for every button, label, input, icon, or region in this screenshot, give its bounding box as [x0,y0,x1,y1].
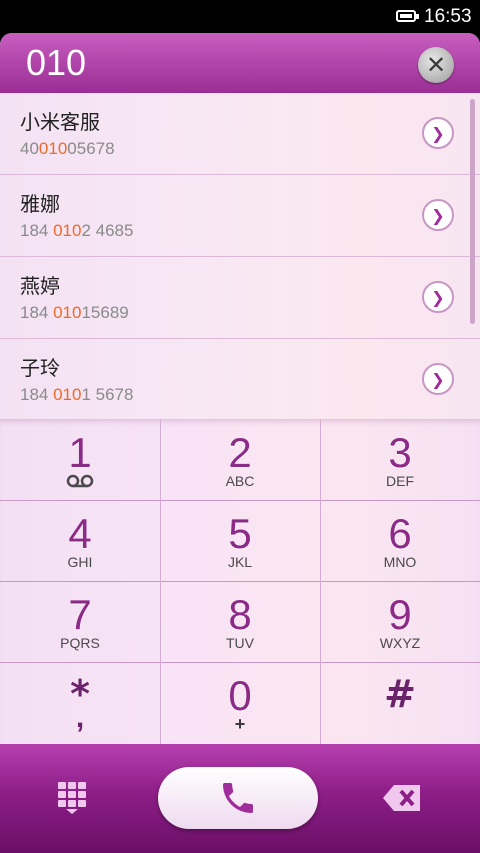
contact-number: 184 0101 5678 [20,385,133,405]
number-match: 010 [53,221,82,240]
key-1[interactable]: 1 [0,419,160,500]
number-suffix: 15689 [81,303,129,322]
contact-match-list[interactable]: 小米客服 4001005678 ❯ 雅娜 184 0102 4685 ❯ 燕婷 … [0,93,480,419]
close-icon: ✕ [425,51,447,79]
key-letters: ABC [225,473,255,489]
number-suffix: 05678 [67,139,115,158]
contact-row[interactable]: 子玲 184 0101 5678 ❯ [0,339,480,421]
number-match: 010 [53,385,82,404]
contact-row[interactable]: 燕婷 184 01015689 ❯ [0,257,480,339]
chevron-right-icon[interactable]: ❯ [422,281,454,313]
key-letters: DEF [386,473,414,489]
call-button[interactable] [158,767,318,829]
key-letters: TUV [226,635,254,651]
dialer-app: 010 ✕ 小米客服 4001005678 ❯ 雅娜 184 0102 4685… [0,33,480,853]
number-prefix: 184 [20,303,54,322]
phone-icon [223,783,253,813]
backspace-icon[interactable] [382,784,422,812]
key-4[interactable]: 4 GHI [0,500,160,581]
key-digit: 7 [68,591,92,638]
clear-input-button[interactable]: ✕ [418,47,454,83]
key-digit: 5 [228,510,252,557]
number-prefix: 184 [20,385,54,404]
dialer-action-bar [0,744,480,853]
key-digit: 4 [68,510,92,557]
number-match: 010 [38,139,68,158]
number-match: 010 [53,303,82,322]
key-letters: GHI [67,554,93,570]
key-7[interactable]: 7 PQRS [0,581,160,662]
key-letters: JKL [227,554,253,570]
key-digit: 1 [68,429,92,476]
key-2[interactable]: 2 ABC [160,419,320,500]
chevron-right-icon[interactable]: ❯ [422,117,454,149]
key-letters: MNO [383,554,417,570]
key-9[interactable]: 9 WXYZ [320,581,480,662]
key-8[interactable]: 8 TUV [160,581,320,662]
key-digit: 0 [228,672,252,719]
number-suffix: 1 5678 [81,385,134,404]
key-star[interactable]: * , [0,662,160,743]
key-hash[interactable]: # [320,662,480,743]
key-digit: 9 [388,591,412,638]
contact-name: 子玲 [20,356,60,380]
key-digit: # [384,672,416,716]
key-letters: PQRS [60,635,100,651]
key-0[interactable]: 0 + [160,662,320,743]
key-digit: 3 [388,429,412,476]
number-prefix: 184 [20,221,54,240]
battery-icon [396,10,419,22]
key-6[interactable]: 6 MNO [320,500,480,581]
contact-row[interactable]: 雅娜 184 0102 4685 ❯ [0,175,480,257]
keypad-grid-icon[interactable] [54,780,90,816]
dialer-header: 010 ✕ [0,33,480,93]
key-letters: + [234,714,246,734]
key-digit: 8 [228,591,252,638]
key-5[interactable]: 5 JKL [160,500,320,581]
contact-number: 184 0102 4685 [20,221,133,241]
chevron-right-icon[interactable]: ❯ [422,363,454,395]
key-letters: WXYZ [379,635,421,651]
contact-number: 184 01015689 [20,303,129,323]
number-prefix: 40 [20,139,39,158]
key-digit: 2 [228,429,252,476]
status-bar: 16:53 [0,0,480,33]
chevron-right-icon[interactable]: ❯ [422,199,454,231]
status-time: 16:53 [424,6,472,27]
contact-row[interactable]: 小米客服 4001005678 ❯ [0,93,480,175]
contact-name: 燕婷 [20,274,60,298]
contact-name: 雅娜 [20,192,60,216]
contact-number: 4001005678 [20,139,115,159]
contact-name: 小米客服 [20,110,100,134]
scrollbar[interactable] [470,99,475,324]
number-suffix: 2 4685 [81,221,134,240]
dial-keypad: 1 2 ABC 3 DEF 4 GHI 5 JKL 6 MNO 7 PQRS 8 [0,419,480,744]
dialed-number[interactable]: 010 [26,43,86,83]
key-3[interactable]: 3 DEF [320,419,480,500]
key-letters: , [75,701,85,734]
key-digit: 6 [388,510,412,557]
voicemail-icon [66,474,94,488]
